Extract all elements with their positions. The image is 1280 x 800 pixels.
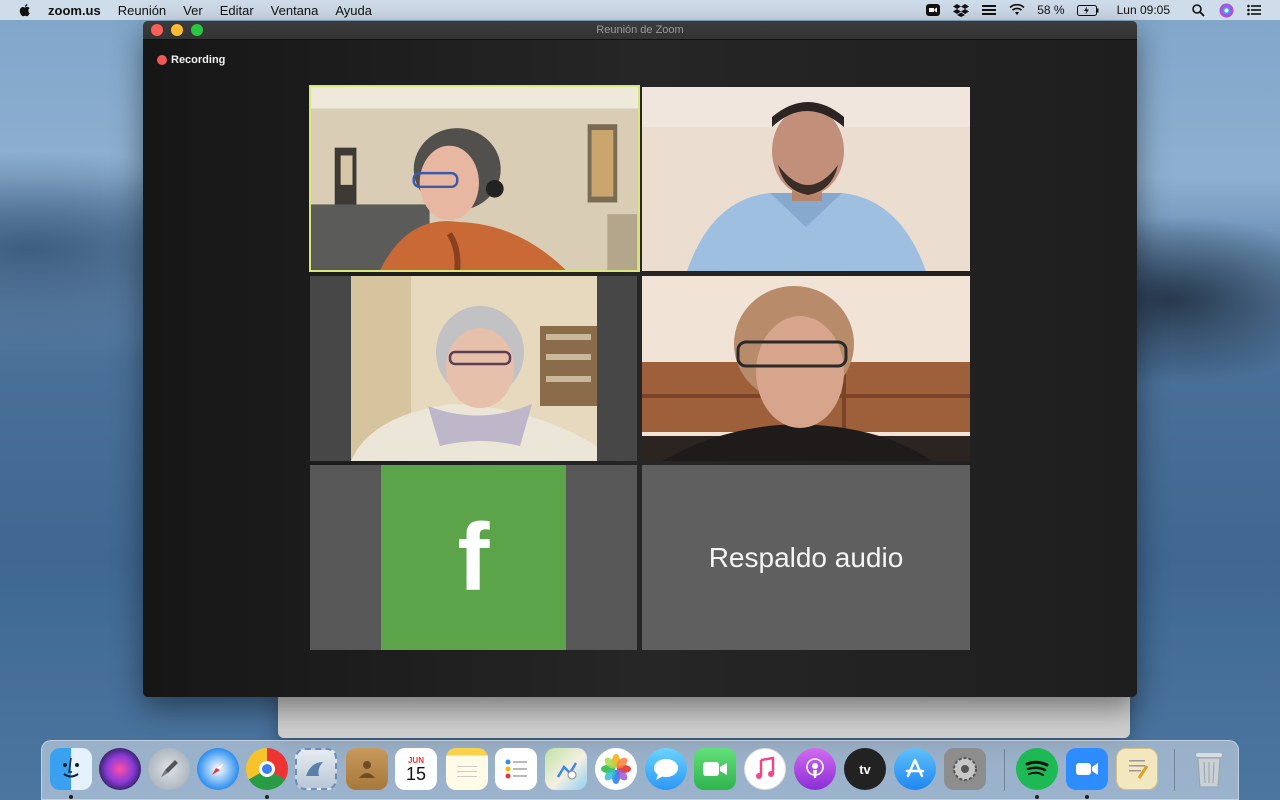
tv-label: tv	[859, 761, 871, 777]
textedit-icon[interactable]	[1116, 748, 1158, 790]
dock: JUN 15 tv	[41, 740, 1239, 800]
zoom-running-dot	[1085, 795, 1089, 799]
recording-indicator[interactable]: Recording	[157, 54, 225, 66]
mail-icon[interactable]	[295, 748, 337, 790]
participant-name-label: Respaldo audio	[708, 541, 904, 573]
menu-ayuda[interactable]: Ayuda	[335, 3, 372, 18]
chrome-running-dot	[265, 795, 269, 799]
calendar-icon[interactable]: JUN 15	[395, 748, 437, 790]
finder-running-dot	[69, 795, 73, 799]
participant-video-tile-1[interactable]	[309, 85, 640, 272]
podcasts-icon[interactable]	[794, 748, 836, 790]
contacts-icon[interactable]	[346, 748, 388, 790]
safari-icon[interactable]	[197, 748, 239, 790]
recording-dot-icon	[157, 55, 167, 65]
spotify-icon[interactable]	[1016, 748, 1058, 790]
facebook-logo: f	[381, 465, 566, 650]
menu-list-icon[interactable]	[981, 3, 997, 17]
participant-video-3	[310, 276, 637, 461]
siri-app-icon[interactable]	[99, 748, 141, 790]
wifi-icon[interactable]	[1009, 3, 1025, 17]
apple-tv-icon[interactable]: tv	[844, 748, 886, 790]
reminders-icon[interactable]	[495, 748, 537, 790]
menu-editar[interactable]: Editar	[220, 3, 254, 18]
participant-video-tile-4[interactable]	[642, 276, 970, 461]
menu-app-name[interactable]: zoom.us	[48, 3, 101, 18]
siri-icon[interactable]	[1218, 3, 1234, 17]
participant-tile-audio-backup[interactable]: Respaldo audio	[642, 465, 970, 650]
notes-icon[interactable]	[446, 748, 488, 790]
spotify-running-dot	[1035, 795, 1039, 799]
menu-clock[interactable]: Lun 09:05	[1117, 3, 1170, 17]
recording-label: Recording	[171, 54, 226, 66]
system-preferences-icon[interactable]	[944, 748, 986, 790]
zoom-status-icon[interactable]	[925, 3, 941, 17]
participant-video-tile-3[interactable]	[310, 276, 637, 461]
battery-percent[interactable]: 58 %	[1037, 3, 1064, 17]
finder-icon[interactable]	[50, 748, 92, 790]
participant-tile-facebook[interactable]: f	[310, 465, 637, 650]
launchpad-icon[interactable]	[148, 748, 190, 790]
meeting-content	[143, 40, 1137, 697]
dock-separator-trash	[1174, 749, 1175, 791]
zoom-meeting-window[interactable]: Reunión de Zoom Recording f Respaldo aud…	[143, 21, 1137, 697]
facebook-letter: f	[457, 503, 490, 611]
facetime-icon[interactable]	[694, 748, 736, 790]
menu-bar: zoom.us Reunión Ver Editar Ventana Ayuda…	[0, 0, 1280, 20]
menu-ver[interactable]: Ver	[183, 3, 203, 18]
app-store-icon[interactable]	[894, 748, 936, 790]
notification-center-icon[interactable]	[1246, 3, 1262, 17]
window-title: Reunión de Zoom	[596, 24, 684, 36]
dock-separator	[1004, 749, 1005, 791]
apple-icon[interactable]	[18, 3, 32, 17]
window-titlebar[interactable]: Reunión de Zoom	[143, 21, 1137, 40]
maps-icon[interactable]	[545, 748, 587, 790]
menu-reunion[interactable]: Reunión	[118, 3, 166, 18]
trash-icon[interactable]	[1188, 748, 1230, 790]
calendar-day: 15	[405, 763, 427, 784]
zoom-app-icon[interactable]	[1066, 748, 1108, 790]
battery-icon[interactable]	[1076, 3, 1099, 17]
dropbox-icon[interactable]	[953, 3, 970, 17]
chrome-icon[interactable]	[246, 748, 288, 790]
participant-video-2	[642, 87, 970, 271]
participant-video-4	[642, 276, 970, 461]
participant-video-tile-2[interactable]	[642, 87, 970, 271]
background-window[interactable]	[278, 690, 1130, 738]
itunes-icon[interactable]	[744, 748, 786, 790]
messages-icon[interactable]	[645, 748, 687, 790]
photos-icon[interactable]	[595, 748, 637, 790]
participant-video-1	[311, 87, 638, 270]
menu-ventana[interactable]: Ventana	[271, 3, 319, 18]
spotlight-search-icon[interactable]	[1190, 3, 1206, 17]
